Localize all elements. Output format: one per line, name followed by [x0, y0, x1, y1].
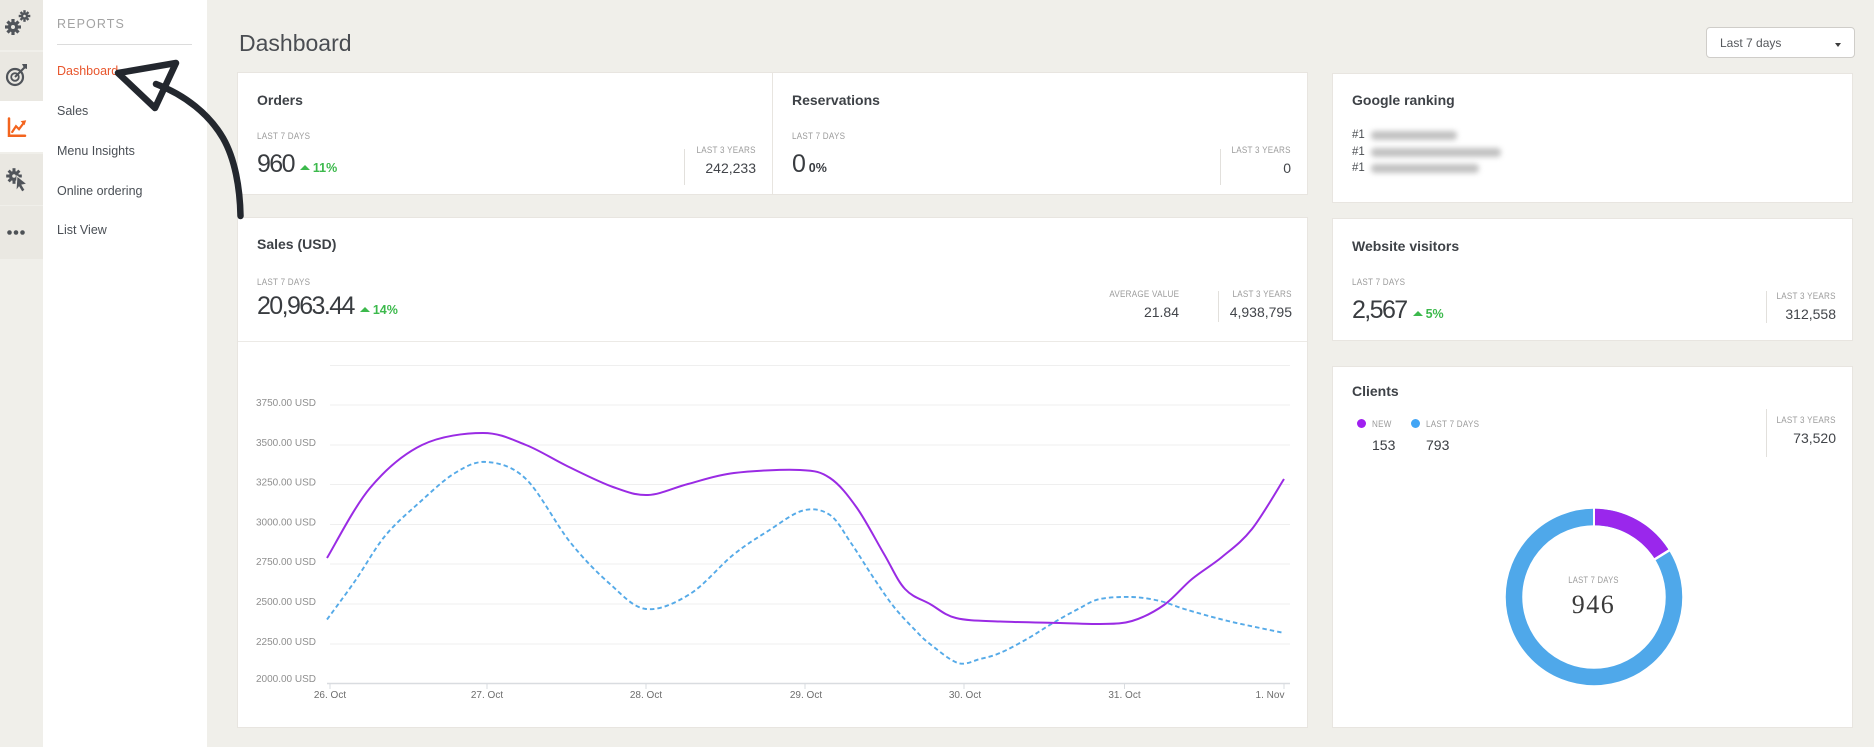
- svg-text:3000.00 USD: 3000.00 USD: [256, 518, 316, 529]
- svg-text:2750.00 USD: 2750.00 USD: [256, 557, 316, 568]
- svg-text:30. Oct: 30. Oct: [949, 690, 981, 701]
- svg-text:2000.00 USD: 2000.00 USD: [256, 674, 316, 685]
- svg-text:3500.00 USD: 3500.00 USD: [256, 438, 316, 449]
- svg-text:1. Nov: 1. Nov: [1256, 690, 1285, 701]
- svg-text:31. Oct: 31. Oct: [1108, 690, 1140, 701]
- svg-text:26. Oct: 26. Oct: [314, 690, 346, 701]
- svg-text:27. Oct: 27. Oct: [471, 690, 503, 701]
- svg-text:3750.00 USD: 3750.00 USD: [256, 398, 316, 409]
- svg-text:3250.00 USD: 3250.00 USD: [256, 478, 316, 489]
- svg-text:29. Oct: 29. Oct: [790, 690, 822, 701]
- svg-text:2250.00 USD: 2250.00 USD: [256, 637, 316, 648]
- svg-text:2500.00 USD: 2500.00 USD: [256, 597, 316, 608]
- svg-text:28. Oct: 28. Oct: [630, 690, 662, 701]
